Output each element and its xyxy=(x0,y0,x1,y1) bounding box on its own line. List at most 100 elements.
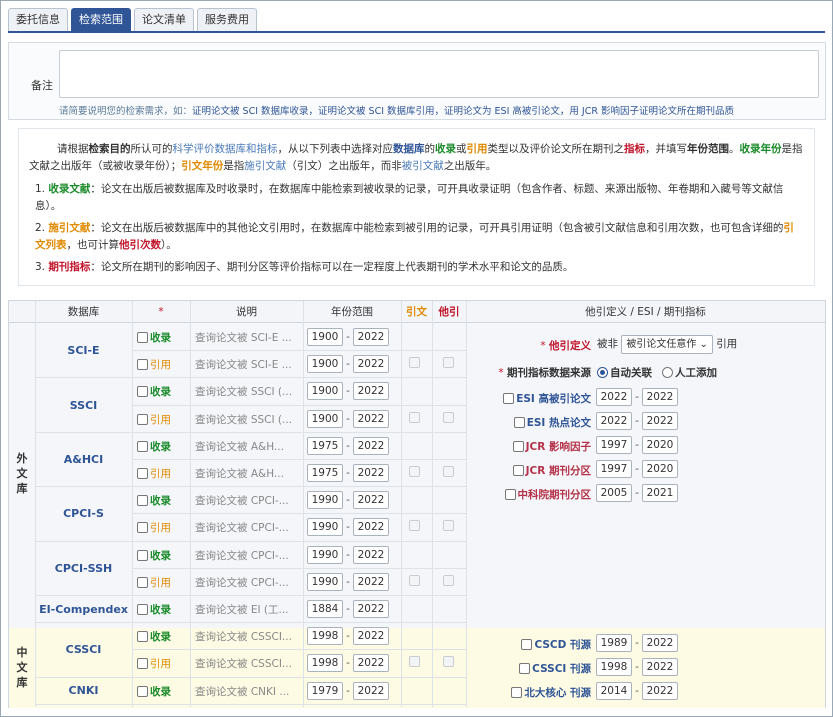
tab-entrust-info[interactable]: 委托信息 xyxy=(8,8,68,32)
year-from-input[interactable]: 1975 xyxy=(307,464,343,482)
option-yinyong[interactable]: 引用 xyxy=(137,520,171,535)
cite-checkbox[interactable] xyxy=(409,656,422,668)
year-from-input[interactable]: 1998 xyxy=(307,627,343,646)
year-to-input[interactable]: 2022 xyxy=(353,545,389,564)
metric-checkbox[interactable] xyxy=(513,417,525,428)
year-to-input[interactable]: 2022 xyxy=(353,627,389,646)
year-from-input[interactable]: 1900 xyxy=(307,409,343,428)
radio-manual[interactable] xyxy=(662,367,674,378)
tab-service-fee[interactable]: 服务费用 xyxy=(197,8,257,32)
radio-auto[interactable] xyxy=(597,367,608,378)
year-to-input[interactable]: 2022 xyxy=(353,464,389,482)
year-to-input[interactable]: 2020 xyxy=(642,460,678,478)
year-from-input[interactable]: 1997 xyxy=(596,460,632,478)
option-shoulu[interactable]: 收录 xyxy=(137,493,171,508)
year-from-input[interactable]: 1884 xyxy=(307,600,343,618)
year-from-input[interactable]: 1990 xyxy=(307,545,343,564)
year-to-input[interactable]: 2022 xyxy=(353,436,389,455)
year-to-input[interactable]: 2022 xyxy=(353,382,389,401)
option-yinyong[interactable]: 引用 xyxy=(137,412,171,427)
metric-checkbox[interactable] xyxy=(503,393,515,404)
other-cite-checkbox[interactable] xyxy=(443,656,456,668)
checkbox[interactable] xyxy=(137,658,148,670)
other-def-select[interactable]: 被引论文任意作 ⌄ xyxy=(621,335,713,354)
option-yinyong[interactable]: 引用 xyxy=(137,466,171,481)
cite-checkbox[interactable] xyxy=(409,357,422,369)
year-to-input[interactable]: 2021 xyxy=(642,484,678,502)
year-to-input[interactable]: 2022 xyxy=(642,634,678,652)
option-shoulu[interactable]: 收录 xyxy=(137,548,171,563)
checkbox[interactable] xyxy=(137,468,148,479)
remark-textarea[interactable] xyxy=(59,50,819,98)
year-from-input[interactable]: 2005 xyxy=(596,484,632,502)
other-cite-checkbox[interactable] xyxy=(443,520,456,532)
year-from-input[interactable]: 1990 xyxy=(307,518,343,537)
metric-checkbox[interactable] xyxy=(504,489,516,500)
year-from-input[interactable]: 1975 xyxy=(307,436,343,455)
checkbox[interactable] xyxy=(137,522,148,534)
year-from-input[interactable]: 1990 xyxy=(307,491,343,510)
option-shoulu[interactable]: 收录 xyxy=(137,439,171,454)
metric-checkbox[interactable] xyxy=(521,639,533,650)
year-from-input[interactable]: 1900 xyxy=(307,382,343,401)
year-from-input[interactable]: 1990 xyxy=(307,572,343,591)
tab-search-scope[interactable]: 检索范围 xyxy=(71,8,131,32)
checkbox[interactable] xyxy=(137,386,148,398)
other-cite-checkbox[interactable] xyxy=(443,411,456,424)
option-yinyong[interactable]: 引用 xyxy=(137,357,171,372)
cite-checkbox[interactable] xyxy=(409,411,422,424)
year-to-input[interactable]: 2022 xyxy=(353,355,389,374)
year-from-input[interactable]: 1979 xyxy=(307,681,343,700)
option-yinyong[interactable]: 引用 xyxy=(137,575,171,590)
year-from-input[interactable]: 2022 xyxy=(596,412,632,430)
option-shoulu[interactable]: 收录 xyxy=(137,629,171,644)
year-to-input[interactable]: 2022 xyxy=(353,409,389,428)
year-to-input[interactable]: 2022 xyxy=(353,600,389,618)
checkbox[interactable] xyxy=(137,631,148,643)
cite-checkbox[interactable] xyxy=(409,466,422,478)
year-to-input[interactable]: 2022 xyxy=(642,412,678,430)
checkbox[interactable] xyxy=(137,604,148,615)
year-to-input[interactable]: 2022 xyxy=(353,572,389,591)
cite-checkbox[interactable] xyxy=(409,520,422,532)
other-cite-checkbox[interactable] xyxy=(443,574,456,587)
other-cite-checkbox[interactable] xyxy=(443,357,456,369)
metric-checkbox[interactable] xyxy=(512,465,524,476)
year-to-input[interactable]: 2022 xyxy=(642,682,678,700)
year-from-input[interactable]: 1900 xyxy=(307,355,343,374)
year-to-input[interactable]: 2022 xyxy=(353,328,389,346)
metric-checkbox[interactable] xyxy=(519,663,531,674)
option-shoulu[interactable]: 收录 xyxy=(137,602,171,617)
year-to-input[interactable]: 2022 xyxy=(642,658,678,676)
year-from-input[interactable]: 1998 xyxy=(307,654,343,673)
checkbox[interactable] xyxy=(137,332,148,343)
year-from-input[interactable]: 2022 xyxy=(596,388,632,406)
year-from-input[interactable]: 2014 xyxy=(596,682,632,700)
checkbox[interactable] xyxy=(137,413,148,425)
option-shoulu[interactable]: 收录 xyxy=(137,684,171,699)
checkbox[interactable] xyxy=(137,359,148,371)
checkbox[interactable] xyxy=(137,576,148,588)
option-yinyong[interactable]: 引用 xyxy=(137,656,171,671)
option-shoulu[interactable]: 收录 xyxy=(137,330,171,345)
other-cite-checkbox[interactable] xyxy=(443,466,456,478)
year-from-input[interactable]: 1989 xyxy=(596,634,632,652)
year-to-input[interactable]: 2020 xyxy=(642,436,678,454)
checkbox[interactable] xyxy=(137,685,148,697)
year-to-input[interactable]: 2022 xyxy=(353,518,389,537)
year-to-input[interactable]: 2022 xyxy=(353,681,389,700)
metric-checkbox[interactable] xyxy=(512,441,524,452)
checkbox[interactable] xyxy=(137,549,148,561)
checkbox[interactable] xyxy=(137,440,148,452)
year-from-input[interactable]: 1998 xyxy=(596,658,632,676)
year-from-input[interactable]: 1997 xyxy=(596,436,632,454)
cite-checkbox[interactable] xyxy=(409,574,422,587)
option-shoulu[interactable]: 收录 xyxy=(137,384,171,399)
year-from-input[interactable]: 1900 xyxy=(307,328,343,346)
year-to-input[interactable]: 2022 xyxy=(353,654,389,673)
checkbox[interactable] xyxy=(137,495,148,507)
year-to-input[interactable]: 2022 xyxy=(353,491,389,510)
year-to-input[interactable]: 2022 xyxy=(642,388,678,406)
tab-paper-list[interactable]: 论文清单 xyxy=(134,8,194,32)
metric-checkbox[interactable] xyxy=(511,687,523,698)
